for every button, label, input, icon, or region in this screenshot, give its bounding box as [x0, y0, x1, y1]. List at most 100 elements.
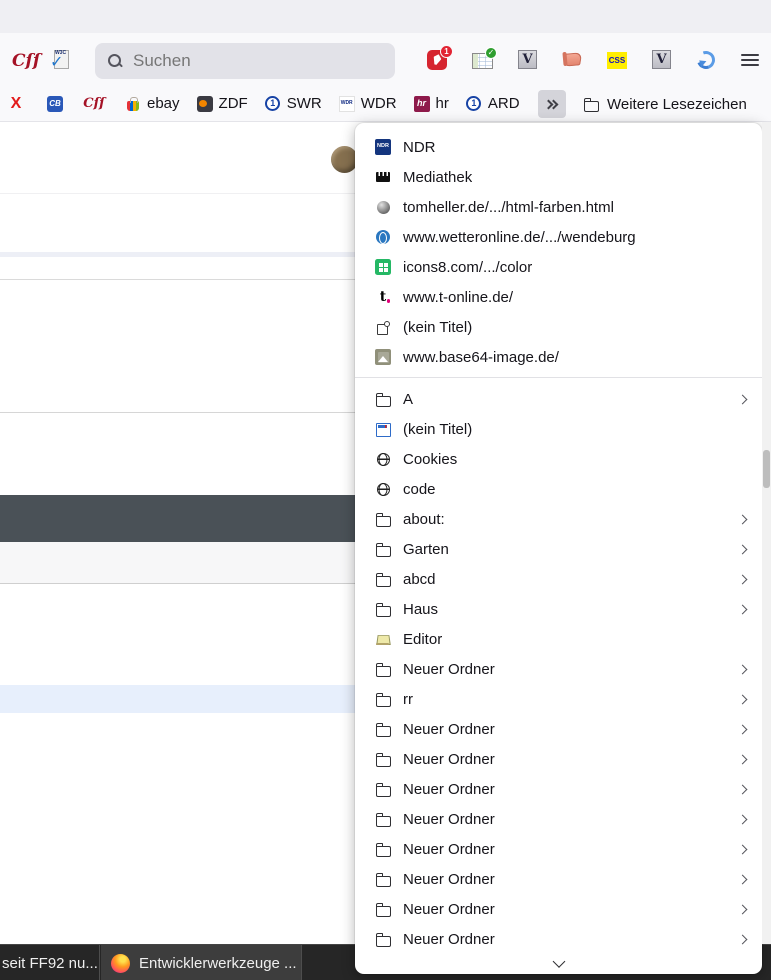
- menu-item-label: Neuer Ordner: [403, 660, 495, 678]
- bookmark-item[interactable]: X: [8, 94, 30, 112]
- submenu-chevron-icon: [737, 544, 748, 554]
- menu-item[interactable]: rr: [355, 684, 762, 714]
- bookmark-favicon: WDR: [338, 95, 355, 112]
- menu-item[interactable]: (kein Titel): [355, 312, 762, 342]
- bookmarks-overflow-button[interactable]: [538, 90, 566, 118]
- cat-avatar: [331, 146, 358, 173]
- css-yellow-icon[interactable]: CSS: [607, 52, 627, 69]
- css-cursive-extension-icon[interactable]: Cſſ: [12, 50, 40, 71]
- bookmark-item[interactable]: WDR WDR: [338, 95, 397, 112]
- menu-item[interactable]: t www.t-online.de/: [355, 282, 762, 312]
- menu-item[interactable]: Neuer Ordner: [355, 654, 762, 684]
- bookmark-label: WDR: [360, 95, 397, 112]
- menu-item[interactable]: Haus: [355, 594, 762, 624]
- bookmark-favicon: hr: [413, 95, 430, 112]
- menu-item[interactable]: abcd: [355, 564, 762, 594]
- menu-item[interactable]: Neuer Ordner: [355, 804, 762, 834]
- menu-scroll-down-icon[interactable]: [552, 955, 565, 968]
- menu-item[interactable]: about:: [355, 504, 762, 534]
- menu-item-label: Cookies: [403, 450, 458, 468]
- submenu-chevron-icon: [737, 814, 748, 824]
- sync-icon[interactable]: [696, 50, 716, 70]
- scrollbar-thumb[interactable]: [763, 450, 770, 488]
- menu-item[interactable]: Mediathek: [355, 162, 762, 192]
- taskbar-window-1[interactable]: seit FF92 nu...: [0, 945, 100, 980]
- bookmarks-bar: X CB Cſſ ebay ZDF 1 SWR WDR WDR hr hr 1 …: [0, 86, 771, 122]
- submenu-chevron-icon: [737, 694, 748, 704]
- bookmark-favicon: 1: [466, 96, 482, 112]
- menu-item[interactable]: A: [355, 384, 762, 414]
- menu-item[interactable]: Neuer Ordner: [355, 924, 762, 954]
- more-bookmarks-folder[interactable]: Weitere Lesezeichen: [583, 86, 747, 122]
- submenu-chevron-icon: [737, 784, 748, 794]
- menu-item[interactable]: Neuer Ordner: [355, 864, 762, 894]
- menu-item[interactable]: tomheller.de/.../html-farben.html: [355, 192, 762, 222]
- more-bookmarks-label: Weitere Lesezeichen: [607, 95, 747, 113]
- page-scrollbar[interactable]: [762, 122, 771, 944]
- menu-item-label: www.t-online.de/: [403, 288, 514, 306]
- menu-item-label: abcd: [403, 570, 436, 588]
- bookmark-item[interactable]: ebay: [125, 95, 180, 112]
- menu-item-label: Haus: [403, 600, 439, 618]
- menu-item[interactable]: Neuer Ordner: [355, 894, 762, 924]
- script-scroll-icon[interactable]: [562, 50, 582, 70]
- menu-item-label: NDR: [403, 138, 436, 156]
- menu-item[interactable]: code: [355, 474, 762, 504]
- menu-item[interactable]: (kein Titel): [355, 414, 762, 444]
- bookmark-item[interactable]: 1 SWR: [265, 95, 322, 112]
- menu-item-label: icons8.com/.../color: [403, 258, 533, 276]
- search-input[interactable]: [133, 51, 353, 71]
- downloads-pin-badge-icon[interactable]: 1: [427, 44, 453, 70]
- menu-item-label: Neuer Ordner: [403, 810, 495, 828]
- browser-window: Cſſ W3C ✓ 1 ✓ V CSS V: [0, 0, 771, 980]
- bookmark-favicon: [375, 199, 391, 215]
- menu-item-label: Editor: [403, 630, 443, 648]
- menu-item[interactable]: Editor: [355, 624, 762, 654]
- taskbar-window-2-label: Entwicklerwerkzeuge ...: [139, 954, 297, 972]
- search-bar[interactable]: [95, 43, 395, 79]
- menu-item[interactable]: icons8.com/.../color: [355, 252, 762, 282]
- folder-icon: [375, 601, 391, 617]
- bookmark-item[interactable]: Cſſ: [83, 96, 108, 112]
- folder-icon: [375, 931, 391, 947]
- submenu-chevron-icon: [737, 604, 748, 614]
- menu-item[interactable]: www.base64-image.de/: [355, 342, 762, 372]
- menu-item[interactable]: NDR NDR: [355, 132, 762, 162]
- main-toolbar: Cſſ W3C ✓ 1 ✓ V CSS V: [0, 33, 771, 86]
- bookmark-item[interactable]: CB: [47, 95, 69, 112]
- overflow-menu-folders: A (kein Titel) Cookies code about: Garte…: [355, 384, 762, 954]
- folder-icon: [375, 421, 391, 437]
- bookmark-favicon: CB: [47, 95, 63, 112]
- bookmark-favicon: [375, 259, 391, 275]
- folder-icon: [375, 451, 391, 467]
- menu-item-label: Neuer Ordner: [403, 870, 495, 888]
- folder-icon: [375, 721, 391, 737]
- menu-item[interactable]: www.wetteronline.de/.../wendeburg: [355, 222, 762, 252]
- w3c-validator-icon[interactable]: W3C ✓: [50, 49, 70, 71]
- menu-item-label: rr: [403, 690, 413, 708]
- bookmark-favicon: [375, 229, 391, 245]
- bookmark-item[interactable]: ZDF: [196, 95, 248, 112]
- menu-item[interactable]: Neuer Ordner: [355, 714, 762, 744]
- menu-item[interactable]: Neuer Ordner: [355, 744, 762, 774]
- bookmark-favicon: Cſſ: [83, 96, 105, 111]
- menu-item[interactable]: Cookies: [355, 444, 762, 474]
- menu-item[interactable]: Neuer Ordner: [355, 774, 762, 804]
- menu-icon[interactable]: [741, 50, 759, 70]
- table-check-icon[interactable]: ✓: [472, 46, 497, 69]
- menu-item[interactable]: Neuer Ordner: [355, 834, 762, 864]
- bookmark-label: SWR: [286, 95, 322, 112]
- validator-v-icon[interactable]: V: [652, 50, 671, 69]
- folder-icon: [375, 841, 391, 857]
- bookmark-item[interactable]: 1 ARD: [466, 95, 520, 112]
- menu-item[interactable]: Garten: [355, 534, 762, 564]
- menu-item-label: (kein Titel): [403, 318, 473, 336]
- taskbar-window-firefox[interactable]: Entwicklerwerkzeuge ...: [101, 945, 302, 980]
- folder-icon: [375, 481, 391, 497]
- taskbar-window-1-label: seit FF92 nu...: [2, 954, 98, 972]
- bookmark-label: ARD: [487, 95, 520, 112]
- menu-item-label: Neuer Ordner: [403, 750, 495, 768]
- validator-v-icon[interactable]: V: [518, 50, 537, 69]
- bookmark-item[interactable]: hr hr: [413, 95, 449, 112]
- bookmark-favicon: X: [10, 94, 22, 112]
